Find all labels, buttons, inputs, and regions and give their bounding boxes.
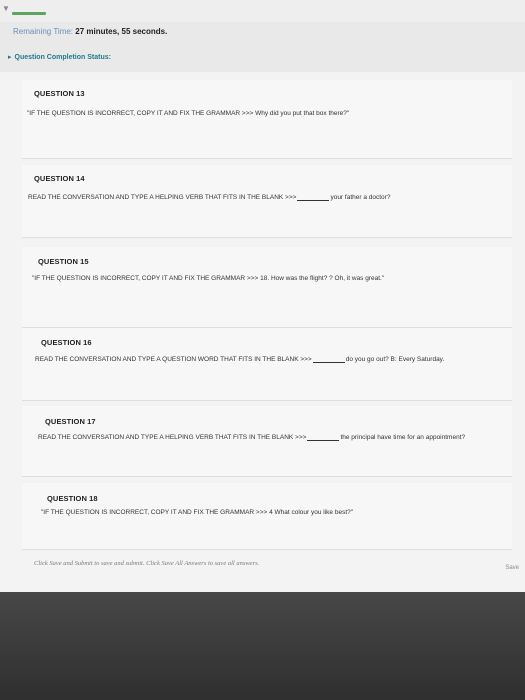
chevron-down-icon[interactable]: ▼ bbox=[2, 4, 10, 13]
answer-blank[interactable] bbox=[312, 355, 345, 363]
progress-indicator bbox=[12, 12, 46, 15]
question-card-18: QUESTION 18 "IF THE QUESTION IS INCORREC… bbox=[22, 483, 512, 550]
answer-blank[interactable] bbox=[307, 433, 340, 441]
question-prompt: READ THE CONVERSATION AND TYPE A QUESTIO… bbox=[35, 356, 312, 363]
remaining-time-label: Remaining Time: bbox=[13, 27, 74, 36]
answer-blank[interactable] bbox=[297, 193, 330, 201]
top-bar: ▼ bbox=[0, 0, 525, 22]
question-title: QUESTION 17 bbox=[45, 417, 96, 426]
question-text: READ THE CONVERSATION AND TYPE A QUESTIO… bbox=[35, 355, 444, 363]
question-title: QUESTION 15 bbox=[38, 257, 89, 266]
question-text: "IF THE QUESTION IS INCORRECT, COPY IT A… bbox=[41, 509, 353, 516]
question-text: "IF THE QUESTION IS INCORRECT, COPY IT A… bbox=[32, 275, 384, 282]
question-suffix: the principal have time for an appointme… bbox=[340, 434, 466, 441]
question-title: QUESTION 14 bbox=[34, 174, 85, 183]
question-suffix: do you go out? B: Every Saturday. bbox=[345, 356, 445, 363]
submission-footer: Click Save and Submit to save and submit… bbox=[0, 550, 525, 592]
question-prompt: READ THE CONVERSATION AND TYPE A HELPING… bbox=[38, 434, 307, 441]
status-label: Question Completion Status: bbox=[14, 54, 111, 61]
question-text: READ THE CONVERSATION AND TYPE A HELPING… bbox=[28, 193, 390, 201]
save-instructions: Click Save and Submit to save and submit… bbox=[34, 560, 260, 567]
bottom-overlay bbox=[0, 592, 525, 700]
save-button[interactable]: Save bbox=[505, 565, 519, 571]
chevron-right-icon: ▸ bbox=[8, 54, 12, 61]
overlay-shade bbox=[0, 592, 525, 700]
remaining-time: Remaining Time: 27 minutes, 55 seconds. bbox=[13, 27, 167, 36]
question-card-15: QUESTION 15 "IF THE QUESTION IS INCORREC… bbox=[22, 247, 512, 328]
question-panel: QUESTION 13 "IF THE QUESTION IS INCORREC… bbox=[0, 72, 525, 592]
question-suffix: your father a doctor? bbox=[330, 194, 391, 201]
question-title: QUESTION 13 bbox=[34, 89, 85, 98]
question-prompt: READ THE CONVERSATION AND TYPE A HELPING… bbox=[28, 194, 297, 201]
question-card-17: QUESTION 17 READ THE CONVERSATION AND TY… bbox=[22, 406, 512, 477]
question-card-14: QUESTION 14 READ THE CONVERSATION AND TY… bbox=[22, 165, 512, 238]
question-card-13: QUESTION 13 "IF THE QUESTION IS INCORREC… bbox=[22, 80, 512, 159]
question-text: "IF THE QUESTION IS INCORRECT, COPY IT A… bbox=[27, 110, 349, 117]
question-card-16: QUESTION 16 READ THE CONVERSATION AND TY… bbox=[22, 328, 512, 401]
question-prompt: "IF THE QUESTION IS INCORRECT, COPY IT A… bbox=[27, 110, 350, 117]
question-prompt: "IF THE QUESTION IS INCORRECT, COPY IT A… bbox=[41, 509, 354, 516]
question-prompt: "IF THE QUESTION IS INCORRECT, COPY IT A… bbox=[32, 275, 385, 282]
question-completion-status[interactable]: ▸ Question Completion Status: bbox=[8, 53, 111, 61]
remaining-time-value: 27 minutes, 55 seconds. bbox=[75, 27, 168, 36]
question-text: READ THE CONVERSATION AND TYPE A HELPING… bbox=[38, 433, 465, 441]
question-title: QUESTION 16 bbox=[41, 338, 92, 347]
question-title: QUESTION 18 bbox=[47, 494, 98, 503]
